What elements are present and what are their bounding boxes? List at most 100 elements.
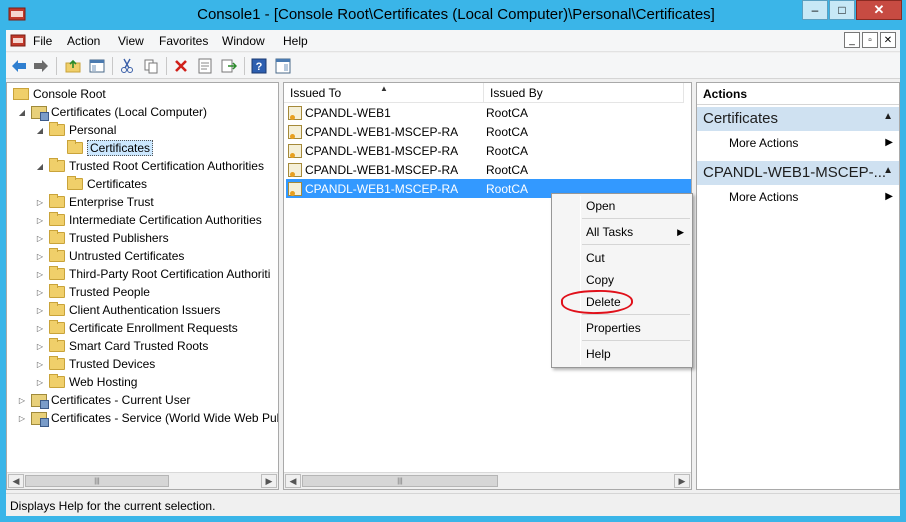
tree-node-store[interactable]: ▷ Intermediate Certification Authorities — [35, 211, 262, 229]
tree-node-store[interactable]: ▷ Trusted People — [35, 283, 150, 301]
back-icon[interactable] — [10, 57, 28, 75]
tree-node-local-computer[interactable]: ◢ Certificates (Local Computer) — [17, 103, 207, 121]
folder-icon — [49, 284, 65, 298]
show-hide-action-pane-icon[interactable] — [274, 57, 292, 75]
tree-node-trusted-root[interactable]: ◢ Trusted Root Certification Authorities — [35, 157, 264, 175]
expand-arrow-icon[interactable]: ▷ — [35, 306, 45, 315]
context-menu-open[interactable]: Open — [586, 199, 615, 213]
certificate-store-icon — [31, 393, 49, 409]
help-icon[interactable]: ? — [250, 57, 268, 75]
expand-arrow-icon[interactable]: ▷ — [35, 288, 45, 297]
tree-node-store[interactable]: ▷ Trusted Devices — [35, 355, 155, 373]
scroll-right-icon[interactable]: ▶ — [261, 474, 277, 488]
expand-arrow-icon[interactable]: ▷ — [17, 414, 27, 423]
up-folder-icon[interactable] — [64, 57, 82, 75]
properties-icon[interactable] — [196, 57, 214, 75]
context-menu-all-tasks[interactable]: All Tasks — [586, 225, 633, 239]
context-menu-copy[interactable]: Copy — [586, 273, 614, 287]
tree-node-console-root[interactable]: Console Root — [13, 85, 106, 103]
copy-icon[interactable] — [142, 57, 160, 75]
expand-arrow-icon[interactable]: ▷ — [35, 342, 45, 351]
expand-arrow-icon[interactable]: ▷ — [17, 396, 27, 405]
menu-favorites[interactable]: Favorites — [159, 34, 208, 48]
scroll-right-icon[interactable]: ▶ — [674, 474, 690, 488]
mdi-restore-button[interactable]: ▫ — [862, 32, 878, 48]
menu-file[interactable]: File — [33, 34, 52, 48]
expand-arrow-icon[interactable]: ▷ — [35, 198, 45, 207]
tree-node-store[interactable]: ▷ Web Hosting — [35, 373, 137, 391]
forward-icon[interactable] — [32, 57, 50, 75]
column-issued-by[interactable]: Issued By — [484, 83, 684, 103]
title-bar[interactable]: Console1 - [Console Root\Certificates (L… — [0, 0, 906, 30]
table-row[interactable]: CPANDL-WEB1-MSCEP-RA RootCA — [286, 160, 691, 179]
export-list-icon[interactable] — [220, 57, 238, 75]
tree-node-store[interactable]: ▷ Third-Party Root Certification Authorit… — [35, 265, 270, 283]
tree-node-store[interactable]: ▷ Client Authentication Issuers — [35, 301, 220, 319]
tree-node-personal[interactable]: ◢ Personal — [35, 121, 116, 139]
tree-horizontal-scrollbar[interactable]: ◀ ||| ▶ — [7, 472, 278, 489]
certificate-icon — [288, 124, 302, 139]
more-actions-selected-cert[interactable]: More Actions — [729, 190, 798, 204]
tree-node-store[interactable]: ▷ Certificate Enrollment Requests — [35, 319, 238, 337]
folder-icon — [49, 248, 65, 262]
tree-node-store[interactable]: ▷ Untrusted Certificates — [35, 247, 184, 265]
scroll-thumb[interactable]: ||| — [25, 475, 169, 487]
collapse-up-icon[interactable]: ▲ — [883, 111, 893, 122]
cut-icon[interactable] — [118, 57, 136, 75]
column-issued-to[interactable]: Issued To ▲ — [284, 83, 484, 103]
menu-view[interactable]: View — [118, 34, 144, 48]
scroll-left-icon[interactable]: ◀ — [285, 474, 301, 488]
expand-arrow-icon[interactable]: ▷ — [35, 234, 45, 243]
close-button[interactable]: ✕ — [856, 0, 902, 20]
folder-icon — [67, 176, 83, 190]
actions-section-selected-cert[interactable]: CPANDL-WEB1-MSCEP-... ▲ — [697, 161, 899, 185]
context-menu-cut[interactable]: Cut — [586, 251, 605, 265]
mdi-minimize-button[interactable]: _ — [844, 32, 860, 48]
collapse-arrow-icon[interactable]: ◢ — [35, 126, 45, 135]
certificate-icon — [288, 181, 302, 196]
context-menu-help[interactable]: Help — [586, 347, 611, 361]
expand-arrow-icon[interactable]: ▷ — [35, 360, 45, 369]
tree-node-service[interactable]: ▷ Certificates - Service (World Wide Web… — [17, 409, 278, 427]
folder-open-icon — [67, 140, 83, 154]
menu-window[interactable]: Window — [222, 34, 265, 48]
expand-arrow-icon[interactable]: ▷ — [35, 270, 45, 279]
folder-icon — [49, 374, 65, 388]
menu-action[interactable]: Action — [67, 34, 100, 48]
mmc-doc-icon[interactable] — [10, 33, 26, 49]
table-row[interactable]: CPANDL-WEB1-MSCEP-RA RootCA — [286, 122, 691, 141]
actions-header: Actions — [697, 83, 899, 105]
tree-node-personal-certificates[interactable]: Certificates — [67, 139, 154, 157]
mdi-close-button[interactable]: ✕ — [880, 32, 896, 48]
actions-section-certificates[interactable]: Certificates ▲ — [697, 107, 899, 131]
window-title: Console1 - [Console Root\Certificates (L… — [197, 6, 715, 23]
tree-node-trusted-root-certificates[interactable]: Certificates — [67, 175, 147, 193]
table-row[interactable]: CPANDL-WEB1 RootCA — [286, 103, 691, 122]
mmc-window: Console1 - [Console Root\Certificates (L… — [0, 0, 906, 522]
collapse-up-icon[interactable]: ▲ — [883, 165, 893, 176]
maximize-button[interactable]: □ — [829, 0, 855, 20]
table-row[interactable]: CPANDL-WEB1-MSCEP-RA RootCA — [286, 141, 691, 160]
list-horizontal-scrollbar[interactable]: ◀ ||| ▶ — [284, 472, 691, 489]
folder-icon — [49, 356, 65, 370]
folder-icon — [49, 320, 65, 334]
context-menu-properties[interactable]: Properties — [586, 321, 641, 335]
show-hide-tree-icon[interactable] — [88, 57, 106, 75]
collapse-arrow-icon[interactable]: ◢ — [17, 108, 27, 117]
scroll-left-icon[interactable]: ◀ — [8, 474, 24, 488]
tree-node-current-user[interactable]: ▷ Certificates - Current User — [17, 391, 190, 409]
tree-node-store[interactable]: ▷ Smart Card Trusted Roots — [35, 337, 208, 355]
tree-node-store[interactable]: ▷ Trusted Publishers — [35, 229, 169, 247]
delete-icon[interactable] — [172, 57, 190, 75]
more-actions-certificates[interactable]: More Actions — [729, 136, 798, 150]
minimize-button[interactable]: – — [802, 0, 828, 20]
collapse-arrow-icon[interactable]: ◢ — [35, 162, 45, 171]
expand-arrow-icon[interactable]: ▷ — [35, 252, 45, 261]
expand-arrow-icon[interactable]: ▷ — [35, 216, 45, 225]
scroll-thumb[interactable]: ||| — [302, 475, 498, 487]
tree-node-store[interactable]: ▷ Enterprise Trust — [35, 193, 154, 211]
submenu-arrow-icon: ▶ — [885, 191, 893, 202]
menu-help[interactable]: Help — [283, 34, 308, 48]
expand-arrow-icon[interactable]: ▷ — [35, 378, 45, 387]
expand-arrow-icon[interactable]: ▷ — [35, 324, 45, 333]
